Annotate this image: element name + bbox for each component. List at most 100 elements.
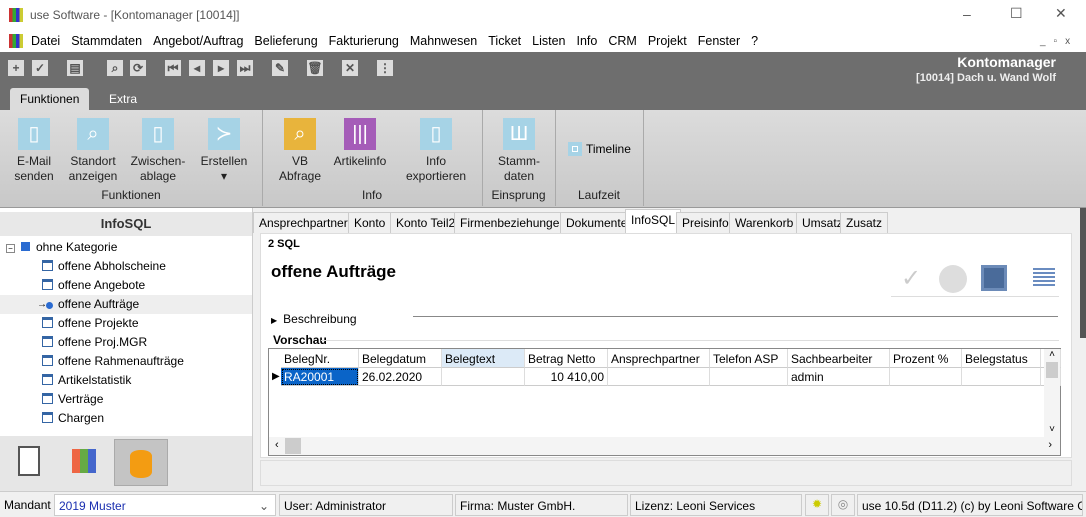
menu-item-fenster[interactable]: Fenster bbox=[698, 30, 740, 48]
ribbon-tab-funktionen[interactable]: Funktionen bbox=[10, 88, 90, 110]
sql-report-icon bbox=[42, 336, 53, 347]
menu-item-listen[interactable]: Listen bbox=[532, 30, 565, 48]
list-icon[interactable] bbox=[1033, 268, 1055, 288]
check-icon[interactable]: ✓ bbox=[32, 60, 48, 76]
ribbon-tab-extra[interactable]: Extra bbox=[99, 88, 147, 110]
tree-item[interactable]: offene Projekte bbox=[42, 314, 252, 333]
lizenz-field: Lizenz: Leoni Services bbox=[630, 494, 802, 516]
maximize-button[interactable]: ☐ bbox=[1010, 5, 1023, 22]
grid-cell[interactable]: admin bbox=[788, 368, 890, 386]
collapse-icon[interactable]: − bbox=[6, 244, 15, 253]
menu-item-fakturierung[interactable]: Fakturierung bbox=[329, 30, 399, 48]
fingerprint-icon[interactable]: ◎ bbox=[831, 494, 855, 516]
document-module-icon[interactable] bbox=[18, 446, 40, 476]
timeline-checkbox[interactable]: Timeline bbox=[568, 142, 631, 156]
tab-ansprechpartner[interactable]: Ansprechpartner bbox=[253, 212, 354, 233]
column-header[interactable]: Belegdatum bbox=[359, 349, 442, 368]
tree-item[interactable]: Chargen bbox=[42, 409, 252, 428]
grid-cell[interactable]: 26.02.2020 bbox=[359, 368, 442, 386]
tab-warenkorb[interactable]: Warenkorb bbox=[729, 212, 800, 233]
tree-item[interactable]: offene Angebote bbox=[42, 276, 252, 295]
grid-cell[interactable] bbox=[962, 368, 1041, 386]
last-record-icon[interactable]: ⏭ bbox=[237, 60, 253, 76]
column-header[interactable]: Ansprechpartner bbox=[608, 349, 710, 368]
column-header[interactable]: Telefon ASP bbox=[710, 349, 788, 368]
add-icon[interactable]: + bbox=[8, 60, 24, 76]
horizontal-scrollbar[interactable]: ‹ › bbox=[269, 437, 1060, 455]
search-icon[interactable]: ⌕ bbox=[107, 60, 123, 76]
grid-cell[interactable] bbox=[442, 368, 525, 386]
grid-cell[interactable] bbox=[710, 368, 788, 386]
menu-item-mahnwesen[interactable]: Mahnwesen bbox=[410, 30, 477, 48]
beschreibung-toggle[interactable]: ▶ Beschreibung bbox=[271, 312, 357, 326]
mdi-window-controls[interactable]: _▫x bbox=[1040, 36, 1078, 47]
grid-cell[interactable] bbox=[608, 368, 710, 386]
grid-menu-icon[interactable]: ⋮ bbox=[377, 60, 393, 76]
tree-item[interactable]: offene Abholscheine bbox=[42, 257, 252, 276]
database-module-button[interactable] bbox=[114, 439, 168, 486]
next-record-icon[interactable]: ▸ bbox=[213, 60, 229, 76]
menu-item-crm[interactable]: CRM bbox=[608, 30, 636, 48]
menu-item-belieferung[interactable]: Belieferung bbox=[254, 30, 317, 48]
tree-item[interactable]: Verträge bbox=[42, 390, 252, 409]
column-header[interactable]: Belegstatus bbox=[962, 349, 1041, 368]
back-icon[interactable] bbox=[939, 265, 967, 293]
menu-item-projekt[interactable]: Projekt bbox=[648, 30, 687, 48]
ribbon-button-3[interactable]: ≻ Erstellen ▾ bbox=[196, 118, 252, 184]
column-header[interactable]: Sachbearbeiter bbox=[788, 349, 890, 368]
confirm-icon[interactable]: ✓ bbox=[901, 264, 921, 293]
ribbon-button-7[interactable]: Ш Stamm-daten bbox=[490, 118, 548, 184]
tree-root[interactable]: − ohne Kategorie bbox=[6, 240, 117, 254]
tab-zusatz[interactable]: Zusatz bbox=[840, 212, 889, 233]
vertical-scrollbar[interactable]: ˄ ˅ bbox=[1044, 349, 1060, 437]
menu-item-datei[interactable]: Datei bbox=[31, 30, 60, 48]
sql-report-icon bbox=[42, 374, 53, 385]
tree-item[interactable]: offene Rahmenaufträge bbox=[42, 352, 252, 371]
column-header[interactable]: BelegNr. bbox=[281, 349, 359, 368]
grid-cell[interactable] bbox=[890, 368, 962, 386]
ribbon-button-5[interactable]: ||| Artikelinfo bbox=[328, 118, 392, 169]
refresh-icon[interactable]: ⟳ bbox=[130, 60, 146, 76]
ribbon-button-label-2: ablage bbox=[139, 169, 177, 183]
delete-icon[interactable]: 🗑 bbox=[307, 60, 323, 76]
ribbon-button-label: Erstellen bbox=[200, 154, 248, 168]
tab-firmenbeziehungen[interactable]: Firmenbeziehungen bbox=[454, 212, 573, 233]
menu-item-angebot-auftrag[interactable]: Angebot/Auftrag bbox=[153, 30, 243, 48]
tree-item[interactable]: offene Proj.MGR bbox=[42, 333, 252, 352]
ribbon: ▯ E-Mail senden ⌕ Standort anzeigen ▯ Zwischen-… bbox=[0, 110, 1086, 208]
splitter-handle[interactable] bbox=[1080, 208, 1086, 338]
tree-item[interactable]: Artikelstatistik bbox=[42, 371, 252, 390]
ribbon-button-4[interactable]: ⌕ VB Abfrage bbox=[275, 118, 325, 184]
cancel-icon[interactable]: ✕ bbox=[342, 60, 358, 76]
ribbon-button-1[interactable]: ⌕ Standort anzeigen bbox=[62, 118, 124, 184]
alert-icon[interactable]: ✹ bbox=[805, 494, 829, 516]
tab-infosql[interactable]: InfoSQL bbox=[625, 209, 682, 233]
ribbon-button-6[interactable]: ▯ Info exportieren bbox=[406, 118, 466, 184]
ribbon-button-2[interactable]: ▯ Zwischen-ablage bbox=[128, 118, 188, 184]
column-header[interactable]: Betrag Netto bbox=[525, 349, 608, 368]
mandant-select[interactable]: 2019 Muster ⌄ bbox=[54, 494, 276, 516]
menu-item-stammdaten[interactable]: Stammdaten bbox=[71, 30, 142, 48]
tab-konto[interactable]: Konto bbox=[348, 212, 392, 233]
grid-cell[interactable]: 10 410,00 bbox=[525, 368, 608, 386]
tab-preisinfo[interactable]: Preisinfo bbox=[676, 212, 735, 233]
menu-item-info[interactable]: Info bbox=[577, 30, 598, 48]
tab-dokumente[interactable]: Dokumente bbox=[560, 212, 634, 233]
edit-icon[interactable]: ✎ bbox=[272, 60, 288, 76]
menu-item-ticket[interactable]: Ticket bbox=[488, 30, 521, 48]
previous-record-icon[interactable]: ◂ bbox=[189, 60, 205, 76]
tree-item[interactable]: → offene Aufträge bbox=[0, 295, 252, 314]
print-icon[interactable]: ▤ bbox=[67, 60, 83, 76]
menu-item--[interactable]: ? bbox=[751, 30, 758, 48]
apps-module-icon[interactable] bbox=[72, 449, 96, 473]
column-header[interactable]: Belegtext bbox=[442, 349, 525, 368]
grid-cell[interactable]: RA20001 bbox=[281, 368, 359, 386]
save-export-icon[interactable] bbox=[981, 265, 1007, 291]
close-button[interactable]: ✕ bbox=[1055, 5, 1067, 22]
tab-konto-teil2[interactable]: Konto Teil2 bbox=[390, 212, 462, 233]
row-indicator-icon: ▶ bbox=[272, 371, 280, 382]
ribbon-button-0[interactable]: ▯ E-Mail senden bbox=[10, 118, 58, 184]
first-record-icon[interactable]: ⏮ bbox=[165, 60, 181, 76]
column-header[interactable]: Prozent % bbox=[890, 349, 962, 368]
minimize-button[interactable]: – bbox=[963, 6, 971, 22]
